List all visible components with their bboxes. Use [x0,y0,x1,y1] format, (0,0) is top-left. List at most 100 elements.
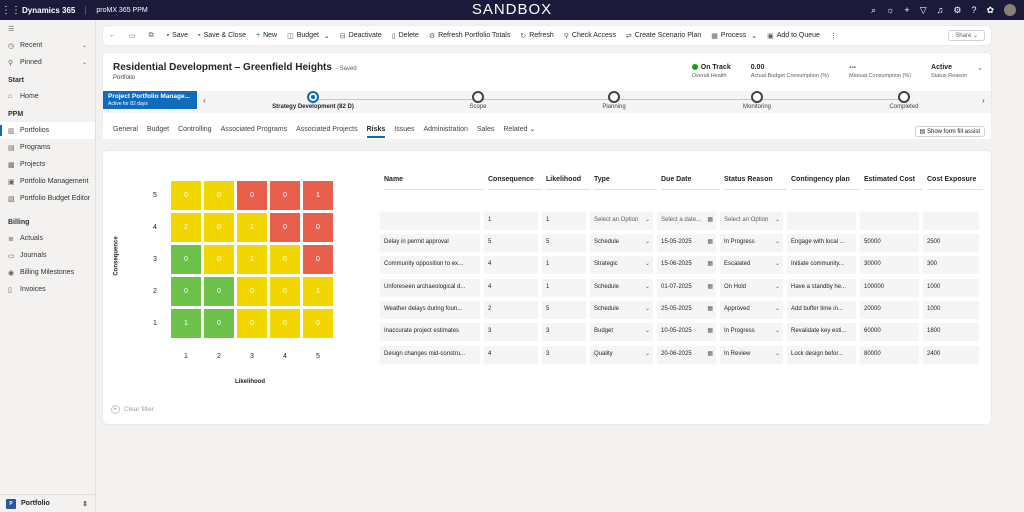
back-button[interactable]: ← [109,32,119,39]
share-button[interactable]: Share ⌄ [948,30,985,41]
matrix-cell[interactable]: 1 [237,213,267,242]
matrix-cell[interactable]: 2 [171,213,201,242]
grid-cell[interactable]: 1000 [923,300,979,319]
grid-filter-cell[interactable]: 1 [484,212,538,230]
grid-cell[interactable]: 20-06-2025 ▦ [657,345,716,364]
grid-cell[interactable]: 100000 [860,278,919,297]
tab-associated-programs[interactable]: Associated Programs [221,123,288,139]
sidebar-item-actuals[interactable]: ≣ Actuals [0,230,95,247]
refresh-button[interactable]: ↻ Refresh [520,32,553,40]
grid-cell[interactable]: 4 [484,345,538,364]
grid-cell[interactable]: Revalidate key esti... [787,323,856,342]
grid-filter-cell[interactable] [380,212,480,230]
grid-cell[interactable]: Schedule ⌄ [590,300,653,319]
matrix-cell[interactable]: 0 [171,277,201,306]
grid-cell[interactable]: 01-07-2025 ▦ [657,278,716,297]
grid-column-header[interactable]: Estimated Cost [864,170,923,190]
grid-cell[interactable]: 4 [484,278,538,297]
grid-column-header[interactable]: Name [384,170,484,190]
grid-cell[interactable]: 15-05-2025 ▦ [657,234,716,252]
stage-completed[interactable]: Completed [854,91,954,110]
grid-cell[interactable]: 5 [484,234,538,252]
grid-cell[interactable]: Delay in permit approval [380,234,480,252]
copilot-icon[interactable]: ✿ [986,5,994,16]
grid-cell[interactable]: Schedule ⌄ [590,234,653,252]
grid-cell[interactable]: Budget ⌄ [590,323,653,342]
matrix-cell[interactable]: 1 [303,277,333,306]
add-to-queue-button[interactable]: ▣ Add to Queue [767,32,820,40]
sidebar-item-invoices[interactable]: ▯ Invoices [0,281,95,298]
grid-cell[interactable]: 15-06-2025 ▦ [657,256,716,275]
matrix-cell[interactable]: 0 [270,309,300,338]
sidebar-item-portfolio-management[interactable]: ▣ Portfolio Management [0,173,95,190]
grid-cell[interactable]: 60000 [860,323,919,342]
process-flyout[interactable]: Project Portfolio Manage... Active for 8… [103,91,197,109]
lightbulb-icon[interactable]: ☼ [886,5,894,15]
grid-cell[interactable]: 1800 [923,323,979,342]
grid-cell[interactable]: 1 [542,278,586,297]
save-close-button[interactable]: ▪ Save & Close [198,32,246,39]
grid-cell[interactable]: 2500 [923,234,979,252]
grid-column-header[interactable]: Cost Exposure [927,170,983,190]
sidebar-item-portfolios[interactable]: ▥ Portfolios [0,122,95,139]
grid-cell[interactable]: 10-05-2025 ▦ [657,323,716,342]
grid-filter-cell[interactable] [860,212,919,230]
tab-controlling[interactable]: Controlling [178,123,211,139]
tab-issues[interactable]: Issues [394,123,414,139]
header-field-actual-budget-consumption[interactable]: 0.00 Actual Budget Consumption (%) [751,64,829,79]
grid-cell[interactable]: 3 [542,323,586,342]
stage-scope[interactable]: Scope [428,91,528,110]
grid-filter-cell[interactable]: Select a date... ▦ [657,212,716,230]
grid-filter-cell[interactable]: 1 [542,212,586,230]
process-button[interactable]: ▦ Process ⌄ [711,32,757,40]
help-icon[interactable]: ? [971,5,976,15]
grid-cell[interactable]: 25-05-2025 ▦ [657,300,716,319]
sidebar-item-projects[interactable]: ▦ Projects [0,156,95,173]
grid-cell[interactable]: Add buffer time in... [787,300,856,319]
tab-administration[interactable]: Administration [424,123,468,139]
stage-strategy-development[interactable]: Strategy Development (82 D) [263,91,363,110]
matrix-cell[interactable]: 0 [204,181,234,210]
stage-monitoring[interactable]: Monitoring [707,91,807,110]
grid-cell[interactable]: 5 [542,234,586,252]
sidebar-item-journals[interactable]: ▭ Journals [0,247,95,264]
tab-related[interactable]: Related ⌄ [503,123,535,139]
matrix-cell[interactable]: 0 [237,181,267,210]
matrix-cell[interactable]: 1 [303,181,333,210]
bell-icon[interactable]: ♫ [937,5,944,15]
grid-cell[interactable]: Initiate community... [787,256,856,275]
header-field-manual-consumption[interactable]: --- Manual Consumption (%) [849,64,911,79]
grid-cell[interactable]: Strategic ⌄ [590,256,653,275]
check-access-button[interactable]: ⚲ Check Access [564,32,616,40]
grid-cell[interactable]: 1000 [923,278,979,297]
grid-cell[interactable]: Inaccurate project estimates [380,323,480,342]
matrix-cell[interactable]: 0 [303,309,333,338]
delete-button[interactable]: ▯ Delete [392,32,419,40]
grid-filter-cell[interactable]: Select an Option ⌄ [720,212,783,230]
matrix-cell[interactable]: 0 [171,181,201,210]
grid-cell[interactable]: 1 [542,256,586,275]
matrix-cell[interactable]: 0 [204,245,234,274]
grid-cell[interactable]: Design changes mid-constru... [380,345,480,364]
app-name[interactable]: proMX 365 PPM [86,7,147,14]
grid-cell[interactable]: Quality ⌄ [590,345,653,364]
grid-cell[interactable]: Community opposition to ex... [380,256,480,275]
open-new-window-button[interactable]: ⧉ [149,32,157,40]
grid-cell[interactable]: Unforeseen archaeological d... [380,278,480,297]
matrix-cell[interactable]: 0 [270,181,300,210]
header-field-overall-health[interactable]: On Track Overall Health [691,64,731,79]
create-scenario-plan-button[interactable]: ⇄ Create Scenario Plan [626,32,701,40]
gear-icon[interactable]: ⚙ [953,5,961,16]
grid-cell[interactable]: In Review ⌄ [720,345,783,364]
grid-cell[interactable]: Weather delays during foun... [380,300,480,319]
sidebar-item-pinned[interactable]: ⚲ Pinned ⌄ [0,54,95,71]
grid-cell[interactable]: Engage with local ... [787,234,856,252]
grid-cell[interactable]: 300 [923,256,979,275]
matrix-cell[interactable]: 0 [270,245,300,274]
stage-planning[interactable]: Planning [564,91,664,110]
matrix-cell[interactable]: 1 [237,245,267,274]
budget-button[interactable]: ◫ Budget ⌄ [287,32,330,40]
matrix-cell[interactable]: 0 [204,213,234,242]
sidebar-item-recent[interactable]: ◷ Recent ⌄ [0,37,95,54]
deactivate-button[interactable]: ⊟ Deactivate [340,32,382,40]
